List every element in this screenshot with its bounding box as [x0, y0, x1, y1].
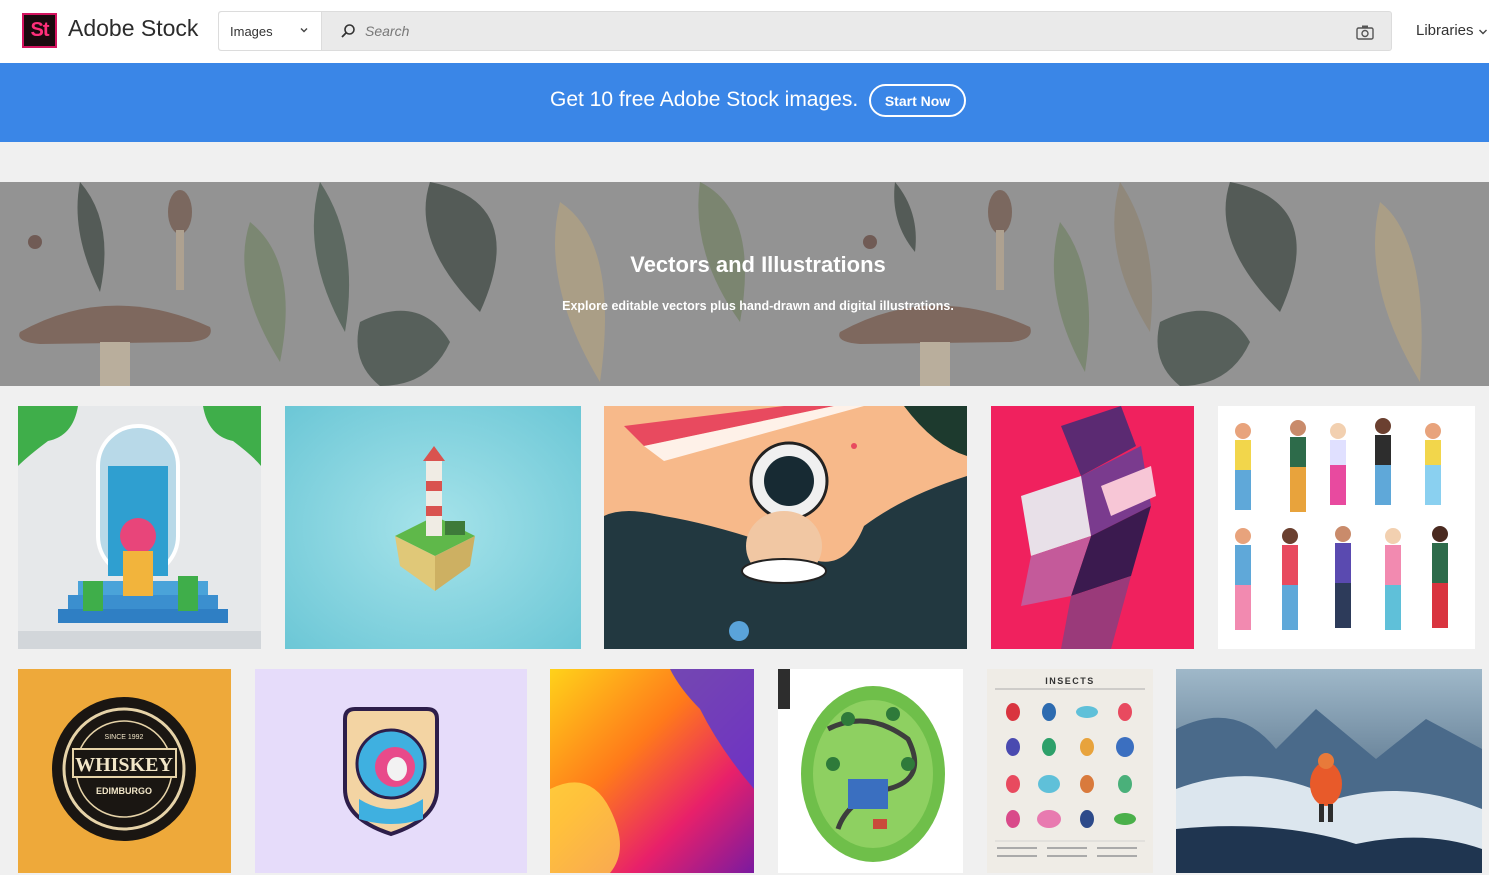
- badge-year: SINCE 1992: [105, 734, 144, 741]
- thumbnail-image: [285, 406, 581, 649]
- thumbnail-image: [255, 669, 527, 873]
- content-type-dropdown[interactable]: Images: [219, 12, 322, 50]
- thumbnail-woman-on-stairs[interactable]: [18, 406, 261, 649]
- thumbnail-island-map[interactable]: [778, 669, 963, 873]
- promo-banner: Get 10 free Adobe Stock images. Start No…: [0, 63, 1489, 142]
- chevron-down-icon: [300, 28, 308, 33]
- hero-title: Vectors and Illustrations: [630, 252, 886, 277]
- search-bar: Images: [218, 11, 1392, 51]
- camera-icon[interactable]: [1356, 24, 1374, 40]
- hero-subtitle: Explore editable vectors plus hand-drawn…: [562, 299, 954, 313]
- thumbnail-people-set[interactable]: [1218, 406, 1475, 649]
- thumbnail-image: [550, 669, 754, 873]
- search-icon[interactable]: [340, 23, 356, 39]
- poster-title: INSECTS: [1045, 676, 1095, 686]
- brand-name[interactable]: Adobe Stock: [68, 15, 198, 42]
- thumbnail-snowy-landscape[interactable]: [1176, 669, 1482, 873]
- thumbnail-lighthouse-island[interactable]: [285, 406, 581, 649]
- thumbnail-astronaut-beach[interactable]: [604, 406, 967, 649]
- promo-text: Get 10 free Adobe Stock images.: [550, 88, 859, 111]
- top-bar: St Adobe Stock Images Libraries: [0, 0, 1489, 63]
- start-now-button[interactable]: Start Now: [869, 84, 966, 117]
- thumbnail-image: INSECTS: [987, 669, 1153, 873]
- badge-title: WHISKEY: [75, 754, 173, 776]
- thumbnail-image: [991, 406, 1194, 649]
- thumbnail-astronaut-badge[interactable]: [255, 669, 527, 873]
- adobe-stock-logo[interactable]: St: [22, 13, 57, 48]
- hero-background-art: [0, 182, 1489, 386]
- thumbnail-insects-poster[interactable]: INSECTS: [987, 669, 1153, 873]
- thumbnail-whiskey-label[interactable]: WHISKEY SINCE 1992 EDIMBURGO: [18, 669, 231, 873]
- hero-banner[interactable]: Vectors and Illustrations Explore editab…: [0, 182, 1489, 386]
- thumbnail-image: [18, 406, 261, 649]
- thumbnail-geometric-pattern[interactable]: [991, 406, 1194, 649]
- libraries-menu[interactable]: Libraries: [1416, 22, 1474, 39]
- thumbnail-color-gradient[interactable]: [550, 669, 754, 873]
- thumbnail-image: [1218, 406, 1475, 649]
- thumbnail-image: [1176, 669, 1482, 873]
- thumbnail-image: [778, 669, 963, 873]
- badge-subtitle: EDIMBURGO: [96, 786, 152, 796]
- search-input[interactable]: [365, 17, 1325, 45]
- thumbnail-image: [604, 406, 967, 649]
- thumbnail-image: WHISKEY SINCE 1992 EDIMBURGO: [18, 669, 231, 873]
- content-type-label: Images: [230, 24, 273, 39]
- chevron-down-icon[interactable]: [1478, 28, 1488, 36]
